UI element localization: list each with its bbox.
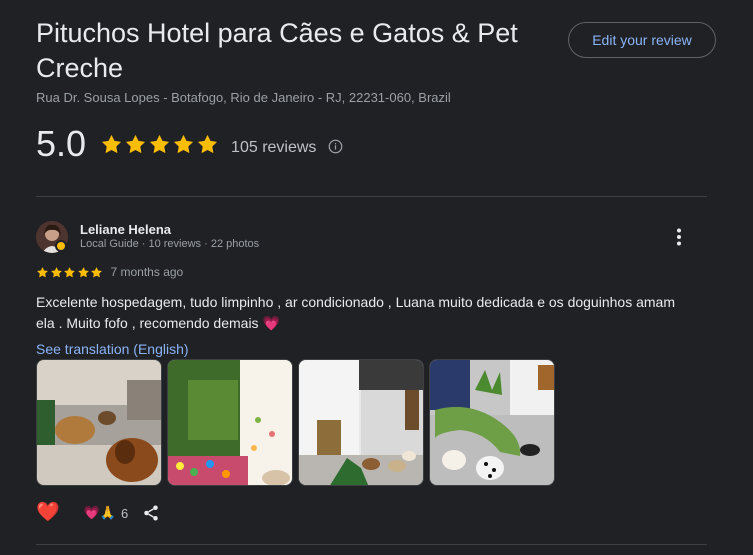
photo-ball-pit-garden	[168, 360, 292, 485]
more-options-button[interactable]	[668, 226, 690, 248]
reaction-summary[interactable]: 💗🙏 6	[84, 505, 129, 521]
star-icon	[173, 134, 194, 153]
share-icon[interactable]	[142, 504, 160, 522]
star-icon	[50, 266, 62, 277]
reviewer-name[interactable]: Leliane Helena	[80, 222, 171, 237]
rating-value: 5.0	[36, 123, 87, 164]
review-rating: 7 months ago	[36, 264, 183, 280]
reaction-emojis: 💗🙏	[83, 505, 117, 520]
rating-summary: 5.0 105 reviews	[36, 124, 343, 164]
photo-courtyard	[299, 360, 423, 485]
photo-play-tunnel	[430, 360, 554, 485]
star-icon	[125, 134, 146, 153]
rating-stars	[100, 133, 219, 156]
love-reaction-button[interactable]: ❤️	[36, 502, 60, 524]
review-photo[interactable]	[167, 359, 293, 486]
see-translation-link[interactable]: See translation (English)	[36, 341, 189, 357]
divider	[36, 196, 707, 197]
star-icon	[37, 266, 48, 277]
star-icon	[77, 266, 89, 277]
star-icon	[149, 134, 170, 153]
review-photo[interactable]	[298, 359, 424, 486]
edit-review-button[interactable]: Edit your review	[568, 22, 716, 58]
review-photo[interactable]	[36, 359, 162, 486]
review-text: Excelente hospedagem, tudo limpinho , ar…	[36, 294, 675, 331]
review-actions: ❤️ 💗🙏 6	[36, 502, 160, 524]
info-icon[interactable]	[328, 139, 343, 154]
divider	[36, 544, 707, 545]
place-title: Pituchos Hotel para Cães e Gatos & Pet C…	[36, 18, 518, 83]
place-address: Rua Dr. Sousa Lopes - Botafogo, Rio de J…	[36, 90, 451, 105]
reviewer-meta: Local Guide · 10 reviews · 22 photos	[80, 238, 260, 250]
review-photo[interactable]	[429, 359, 555, 486]
more-vert-icon	[677, 228, 681, 246]
photo-dogs-indoor	[37, 360, 161, 485]
star-icon	[197, 134, 218, 153]
star-icon	[64, 266, 75, 277]
review-time: 7 months ago	[110, 265, 184, 279]
local-guide-badge	[55, 240, 67, 252]
reaction-count: 6	[121, 505, 129, 521]
star-icon	[91, 266, 102, 277]
star-icon	[101, 134, 122, 153]
review-count[interactable]: 105 reviews	[231, 139, 316, 157]
